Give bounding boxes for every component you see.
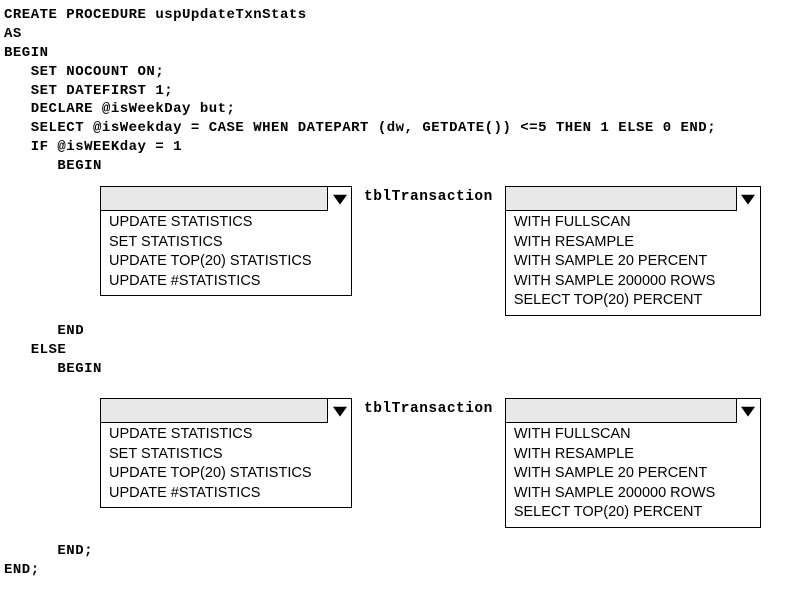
code-line: END; (4, 542, 93, 561)
dropdown-option[interactable]: UPDATE #STATISTICS (109, 484, 343, 504)
dropdown-header[interactable] (506, 187, 760, 211)
code-line: BEGIN (4, 360, 102, 379)
dropdown-options: UPDATE STATISTICS SET STATISTICS UPDATE … (101, 423, 351, 507)
dropdown-row-1: UPDATE STATISTICS SET STATISTICS UPDATE … (100, 186, 761, 316)
code-line: CREATE PROCEDURE uspUpdateTxnStats (4, 6, 812, 25)
table-name-label: tblTransaction (364, 186, 493, 205)
dropdown-option[interactable]: SET STATISTICS (109, 445, 343, 465)
dropdown-option[interactable]: WITH SAMPLE 200000 ROWS (514, 484, 752, 504)
dropdown-option[interactable]: UPDATE STATISTICS (109, 425, 343, 445)
dropdown-option[interactable]: UPDATE TOP(20) STATISTICS (109, 252, 343, 272)
dropdown-option[interactable]: WITH SAMPLE 20 PERCENT (514, 252, 752, 272)
code-line: ELSE (4, 341, 102, 360)
code-line: BEGIN (4, 157, 812, 176)
code-line: IF @isWEEKday = 1 (4, 138, 812, 157)
chevron-down-icon (327, 399, 351, 423)
code-line: END; (4, 561, 93, 580)
dropdown-option[interactable]: WITH SAMPLE 20 PERCENT (514, 464, 752, 484)
dropdown-option[interactable]: UPDATE #STATISTICS (109, 272, 343, 292)
chevron-down-icon (736, 399, 760, 423)
code-line: DECLARE @isWeekDay but; (4, 100, 812, 119)
code-line: BEGIN (4, 44, 812, 63)
code-line: END (4, 322, 102, 341)
code-line: SET DATEFIRST 1; (4, 82, 812, 101)
dropdown-options: UPDATE STATISTICS SET STATISTICS UPDATE … (101, 211, 351, 295)
dropdown-option[interactable]: WITH FULLSCAN (514, 213, 752, 233)
dropdown-header[interactable] (506, 399, 760, 423)
statistics-command-dropdown-1[interactable]: UPDATE STATISTICS SET STATISTICS UPDATE … (100, 186, 352, 296)
table-name-label: tblTransaction (364, 398, 493, 417)
sample-option-dropdown-2[interactable]: WITH FULLSCAN WITH RESAMPLE WITH SAMPLE … (505, 398, 761, 528)
dropdown-option[interactable]: SELECT TOP(20) PERCENT (514, 291, 752, 311)
code-line: SELECT @isWeekday = CASE WHEN DATEPART (… (4, 119, 812, 138)
code-line: AS (4, 25, 812, 44)
chevron-down-icon (327, 187, 351, 211)
dropdown-header[interactable] (101, 187, 351, 211)
dropdown-options: WITH FULLSCAN WITH RESAMPLE WITH SAMPLE … (506, 211, 760, 315)
dropdown-option[interactable]: WITH RESAMPLE (514, 445, 752, 465)
code-line: SET NOCOUNT ON; (4, 63, 812, 82)
dropdown-header[interactable] (101, 399, 351, 423)
chevron-down-icon (736, 187, 760, 211)
dropdown-options: WITH FULLSCAN WITH RESAMPLE WITH SAMPLE … (506, 423, 760, 527)
dropdown-option[interactable]: WITH SAMPLE 200000 ROWS (514, 272, 752, 292)
statistics-command-dropdown-2[interactable]: UPDATE STATISTICS SET STATISTICS UPDATE … (100, 398, 352, 508)
dropdown-row-2: UPDATE STATISTICS SET STATISTICS UPDATE … (100, 398, 761, 528)
dropdown-option[interactable]: SELECT TOP(20) PERCENT (514, 503, 752, 523)
dropdown-option[interactable]: SET STATISTICS (109, 233, 343, 253)
dropdown-option[interactable]: WITH FULLSCAN (514, 425, 752, 445)
sample-option-dropdown-1[interactable]: WITH FULLSCAN WITH RESAMPLE WITH SAMPLE … (505, 186, 761, 316)
dropdown-option[interactable]: UPDATE TOP(20) STATISTICS (109, 464, 343, 484)
dropdown-option[interactable]: WITH RESAMPLE (514, 233, 752, 253)
dropdown-option[interactable]: UPDATE STATISTICS (109, 213, 343, 233)
